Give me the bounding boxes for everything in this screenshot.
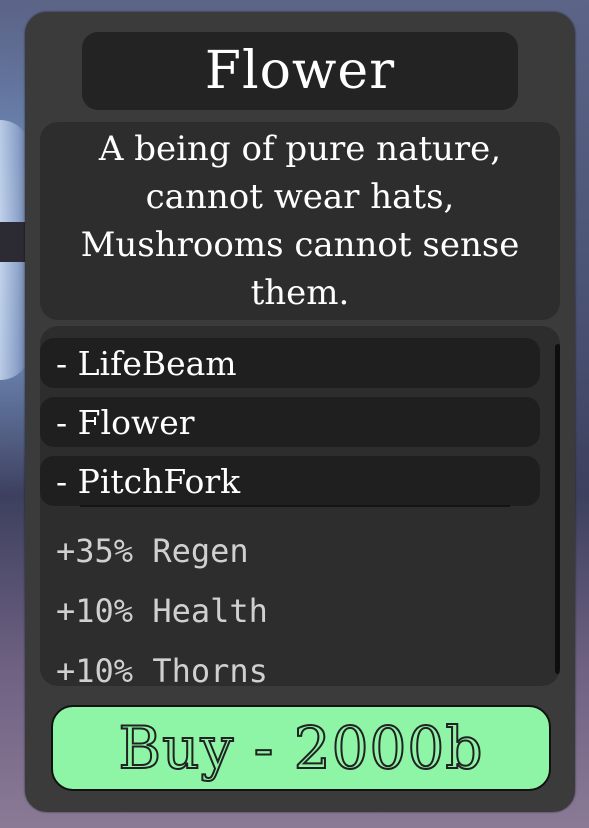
ability-label: - LifeBeam	[56, 343, 237, 383]
buy-button-label: Buy - 2000b	[118, 713, 484, 783]
ability-row-pitchfork: - PitchFork	[40, 456, 540, 506]
item-title: Flower	[204, 41, 396, 101]
list-divider	[80, 505, 510, 507]
buy-button[interactable]: Buy - 2000b	[51, 705, 551, 791]
abilities-list[interactable]: - LifeBeam - Flower - PitchFork +35% Reg…	[40, 326, 560, 686]
description-box: A being of pure nature, cannot wear hats…	[40, 122, 560, 320]
ability-row-flower: - Flower	[40, 397, 540, 447]
shop-item-panel: Flower A being of pure nature, cannot we…	[25, 12, 575, 812]
ability-label: - Flower	[56, 402, 195, 442]
stat-regen: +35% Regen	[56, 532, 249, 570]
background-bench	[0, 222, 28, 262]
item-description: A being of pure nature, cannot wear hats…	[80, 129, 520, 313]
ability-row-lifebeam: - LifeBeam	[40, 338, 540, 388]
stat-health: +10% Health	[56, 592, 268, 630]
ability-label: - PitchFork	[56, 461, 241, 501]
list-scrollbar[interactable]	[555, 344, 560, 674]
stat-thorns: +10% Thorns	[56, 652, 268, 686]
title-box: Flower	[82, 32, 518, 110]
